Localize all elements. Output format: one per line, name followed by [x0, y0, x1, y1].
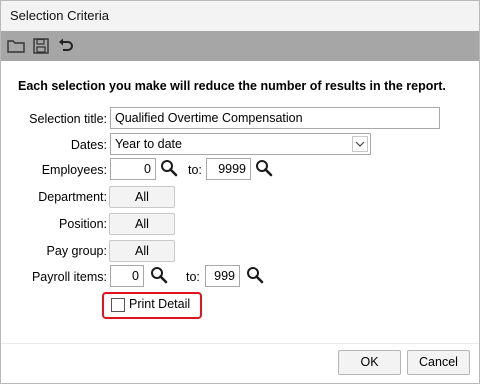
position-all-button[interactable]: All	[109, 213, 175, 235]
dates-selected-value: Year to date	[115, 137, 182, 151]
employees-to-label: to:	[188, 163, 202, 177]
pay-group-label: Pay group:	[46, 244, 107, 258]
employees-to-search-button[interactable]	[255, 159, 273, 177]
pay-group-all-button[interactable]: All	[109, 240, 175, 262]
search-icon	[161, 160, 178, 177]
undo-icon	[59, 38, 73, 51]
undo-button[interactable]	[55, 35, 77, 57]
save-icon	[33, 38, 49, 54]
title-bar: Selection Criteria	[1, 1, 479, 31]
payroll-items-from-input[interactable]: 0	[110, 265, 144, 287]
print-detail-label[interactable]: Print Detail	[129, 297, 190, 311]
cancel-button[interactable]: Cancel	[407, 350, 470, 375]
selection-criteria-dialog: Selection Criteria Each selection you ma…	[0, 0, 480, 384]
payroll-items-to-label: to:	[186, 270, 200, 284]
search-icon	[151, 267, 168, 284]
dates-label: Dates:	[70, 138, 107, 152]
open-button[interactable]	[5, 35, 27, 57]
chevron-down-icon	[355, 141, 365, 147]
save-button[interactable]	[30, 35, 52, 57]
toolbar	[1, 31, 479, 61]
window-title: Selection Criteria	[10, 8, 109, 23]
dates-dropdown-arrow[interactable]	[352, 136, 368, 152]
payroll-items-to-input[interactable]: 999	[205, 265, 240, 287]
employees-from-search-button[interactable]	[160, 159, 178, 177]
employees-label: Employees:	[41, 163, 107, 177]
print-detail-checkbox[interactable]	[111, 298, 125, 312]
print-detail-highlight: Print Detail	[102, 292, 202, 319]
ok-button[interactable]: OK	[338, 350, 401, 375]
payroll-items-label: Payroll items:	[31, 270, 107, 284]
selection-title-input[interactable]: Qualified Overtime Compensation	[110, 107, 440, 129]
department-label: Department:	[38, 190, 107, 204]
payroll-items-to-search-button[interactable]	[246, 266, 264, 284]
instructions-heading: Each selection you make will reduce the …	[18, 79, 446, 93]
selection-title-label: Selection title:	[29, 112, 107, 126]
dates-select[interactable]: Year to date	[110, 133, 371, 155]
department-all-button[interactable]: All	[109, 186, 175, 208]
employees-from-input[interactable]: 0	[110, 158, 156, 180]
search-icon	[256, 160, 273, 177]
employees-to-input[interactable]: 9999	[206, 158, 251, 180]
payroll-items-from-search-button[interactable]	[150, 266, 168, 284]
folder-icon	[7, 40, 25, 53]
footer-divider	[1, 343, 479, 344]
position-label: Position:	[59, 217, 107, 231]
search-icon	[247, 267, 264, 284]
